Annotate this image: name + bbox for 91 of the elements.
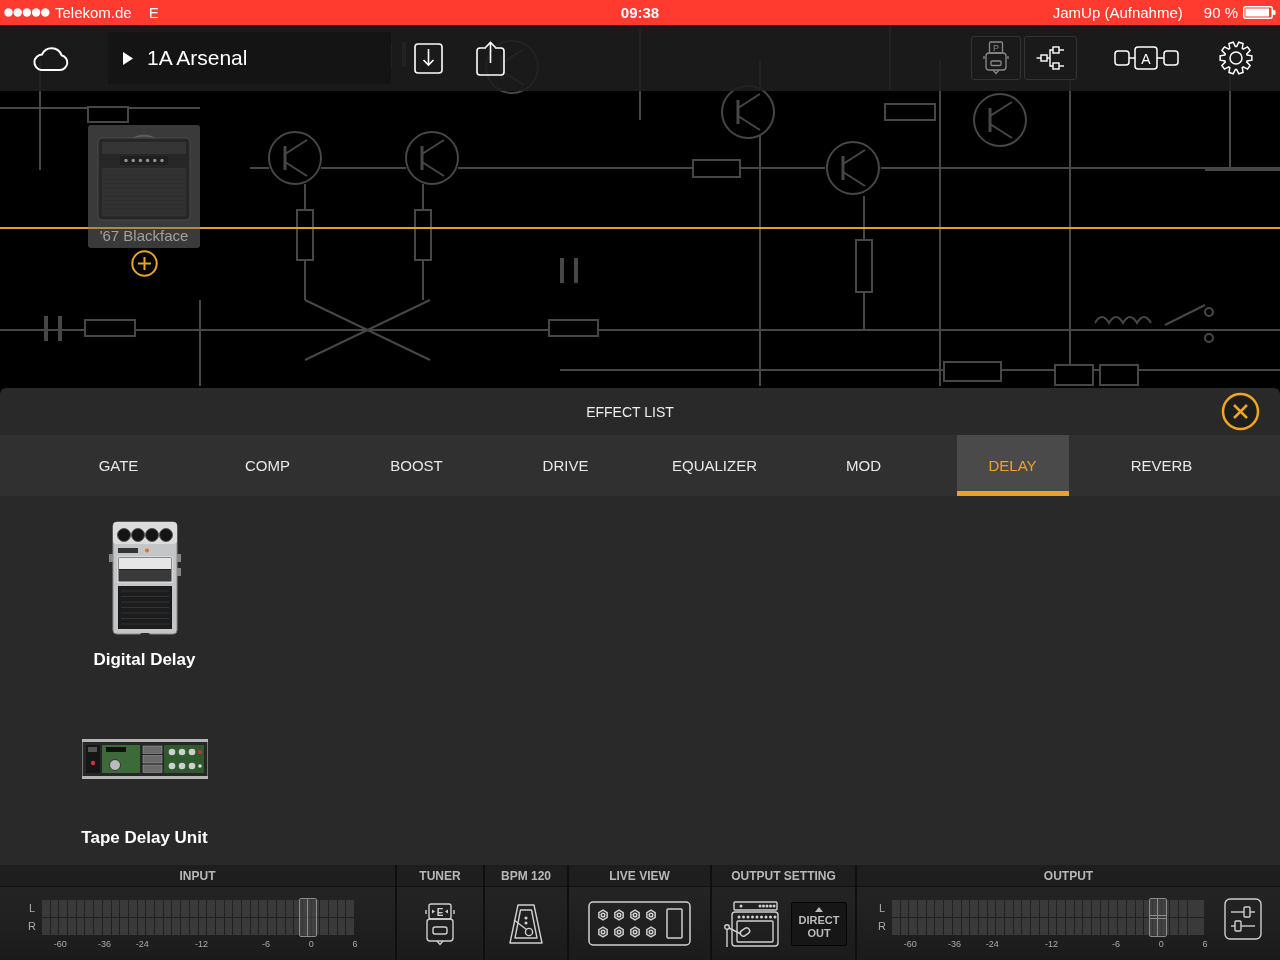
resistor-symbol [548, 319, 599, 337]
mixer-sliders-icon[interactable] [1224, 898, 1262, 940]
circuit-wire [422, 183, 424, 211]
settings-icon[interactable] [1219, 41, 1253, 75]
section-header: OUTPUT SETTING [712, 865, 855, 887]
circuit-wire [863, 195, 865, 241]
section-header: LIVE VIEW [569, 865, 710, 887]
section-header: INPUT [0, 865, 395, 887]
scale-label: -36 [948, 939, 962, 949]
scale-label: -60 [903, 939, 917, 949]
app-name: JamUp (Aufnahme) [1052, 4, 1183, 21]
category-tab[interactable]: REVERB [1105, 435, 1218, 496]
split-chain-button[interactable] [1024, 36, 1077, 80]
panel-title: EFFECT LIST [586, 403, 674, 420]
amp-name: '67 Blackface [99, 227, 189, 244]
section-header: BPM 120 [485, 865, 567, 887]
scale-label: -36 [98, 939, 112, 949]
category-tab[interactable]: EQUALIZER [658, 435, 771, 496]
transistor-symbol [268, 131, 322, 185]
scale-label: -12 [195, 939, 209, 949]
cloud-icon[interactable] [32, 44, 69, 72]
scale-label: -12 [1045, 939, 1059, 949]
resistor-symbol [855, 239, 873, 293]
category-tab[interactable]: BOOST [360, 435, 473, 496]
resistor-symbol [296, 209, 314, 261]
clock-time: 09:38 [620, 4, 660, 21]
circuit-wire [422, 259, 424, 301]
slider-handle[interactable] [299, 898, 318, 937]
direct-out-button[interactable]: DIRECT OUT [791, 901, 847, 946]
switch-symbol [1164, 304, 1214, 343]
amp-with-microphone-icon[interactable] [724, 900, 779, 947]
slider-handle[interactable] [1149, 898, 1168, 937]
scale-label: -24 [135, 939, 149, 949]
capacitor-symbol [44, 316, 62, 341]
download-icon[interactable] [414, 42, 443, 74]
coil-symbol [1094, 316, 1152, 324]
scale-label: -24 [985, 939, 999, 949]
transistor-symbol [826, 141, 880, 195]
category-tab[interactable]: GATE [62, 435, 175, 496]
circuit-wire [304, 259, 306, 301]
channel-label: R [877, 919, 887, 934]
effect-name: Tape Delay Unit [81, 828, 208, 848]
section-header: TUNER [397, 865, 483, 887]
category-tab[interactable]: DRIVE [509, 435, 622, 496]
split-routing-icon [1035, 46, 1066, 70]
add-icon[interactable] [131, 250, 158, 277]
amp-card[interactable]: '67 Blackface [88, 125, 200, 248]
pedalboard-mode-button[interactable]: P [971, 36, 1021, 80]
scale-label: 0 [308, 939, 314, 949]
category-tab[interactable]: DELAY [956, 435, 1069, 496]
up-triangle-icon [815, 907, 823, 912]
resistor-symbol [692, 159, 741, 178]
live-view-icon[interactable] [588, 901, 691, 946]
channel-label: L [27, 901, 37, 916]
scale-label: 6 [352, 939, 358, 949]
circuit-wire [304, 183, 306, 211]
channel-label: R [27, 919, 37, 934]
section-header: OUTPUT [857, 865, 1280, 887]
close-icon[interactable] [1221, 392, 1260, 431]
resistor-symbol [1054, 364, 1094, 386]
signal-strength-icon [4, 8, 50, 17]
battery-icon [1243, 6, 1276, 19]
capacitor-symbol [560, 258, 578, 283]
scale-label: -60 [53, 939, 67, 949]
category-tab[interactable]: COMP [211, 435, 324, 496]
preset-selector[interactable]: 1A Arsenal [108, 32, 391, 84]
resistor-symbol [87, 106, 129, 123]
resistor-symbol [884, 103, 936, 121]
scale-label: 0 [1158, 939, 1164, 949]
resistor-symbol [84, 319, 136, 337]
play-icon [123, 51, 133, 65]
resistor-symbol [943, 361, 1002, 382]
network-type: E [148, 4, 159, 21]
metronome-icon[interactable] [508, 902, 544, 945]
circuit-wire [249, 167, 270, 169]
level-meter-slider[interactable] [42, 900, 355, 935]
transistor-symbol [973, 93, 1027, 147]
channel-label: L [877, 901, 887, 916]
battery-percent: 90 % [1203, 4, 1238, 21]
level-meter-slider[interactable] [892, 900, 1205, 935]
scale-label: 6 [1202, 939, 1208, 949]
resistor-symbol [414, 209, 432, 261]
effect-name: Digital Delay [93, 650, 196, 670]
resistor-symbol [1099, 364, 1139, 386]
upload-icon[interactable] [476, 40, 505, 76]
rack-unit-drawing[interactable] [81, 739, 208, 779]
scale-label: -6 [262, 939, 271, 949]
category-tab[interactable]: MOD [807, 435, 920, 496]
carrier-name: Telekom.de [55, 4, 132, 21]
scale-label: -6 [1112, 939, 1121, 949]
transistor-symbol [405, 131, 459, 185]
